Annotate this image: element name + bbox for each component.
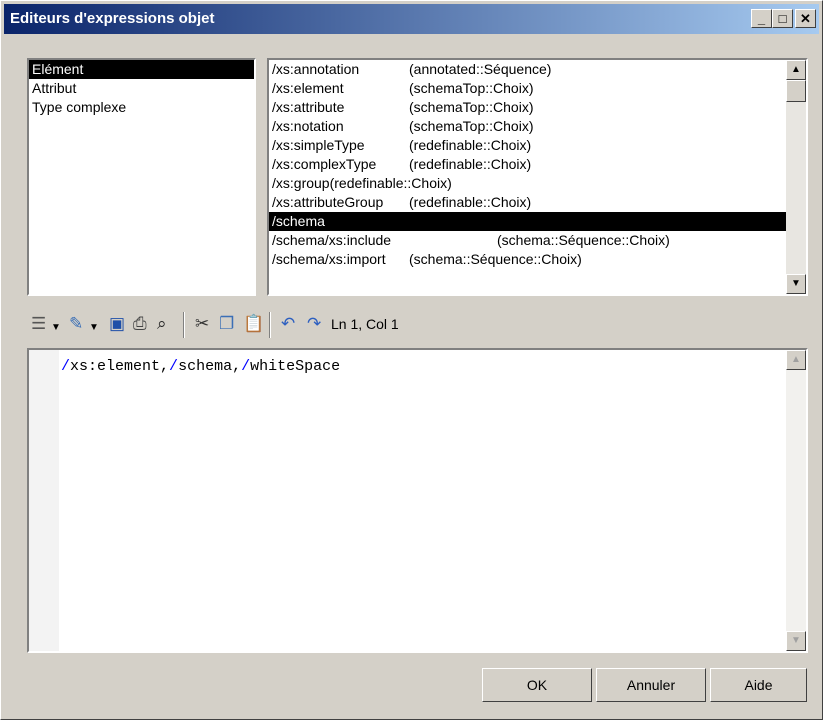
find-icon[interactable]: ⌕ xyxy=(157,313,167,335)
code-token: xs:element, xyxy=(70,358,170,375)
cursor-position: Ln 1, Col 1 xyxy=(331,316,399,332)
edit-icon[interactable]: ✎ xyxy=(69,313,83,335)
category-list[interactable]: Elément Attribut Type complexe xyxy=(27,58,256,296)
path-text: /schema xyxy=(272,213,325,229)
editor-scrollbar[interactable]: ▲ ▼ xyxy=(786,350,806,651)
path-list-item[interactable]: /xs:complexType (redefinable::Choix) xyxy=(269,155,786,174)
group-text: (redefinable::Choix) xyxy=(409,194,532,210)
path-text: /xs:notation xyxy=(272,118,344,134)
undo-icon[interactable]: ↶ xyxy=(281,313,295,335)
path-text: /xs:complexType xyxy=(272,156,377,172)
path-list-item[interactable]: /xs:annotation (annotated::Séquence) xyxy=(269,60,786,79)
group-text: (schema::Séquence::Choix) xyxy=(497,232,670,248)
path-text: /xs:annotation xyxy=(272,61,360,77)
format-dropdown-arrow-icon[interactable]: ▼ xyxy=(51,317,61,339)
group-text: (schemaTop::Choix) xyxy=(409,99,534,115)
path-text: /xs:attributeGroup xyxy=(272,194,384,210)
path-list-item[interactable]: /xs:attribute (schemaTop::Choix) xyxy=(269,98,786,117)
dialog-window: Editeurs d'expressions objet _ □ ✕ Eléme… xyxy=(0,0,823,720)
path-list-item[interactable]: /xs:attributeGroup (redefinable::Choix) xyxy=(269,193,786,212)
path-list-item[interactable]: /schema xyxy=(269,212,786,231)
code-token: / xyxy=(61,358,71,375)
scroll-down-button[interactable]: ▼ xyxy=(786,274,806,294)
scroll-up-button[interactable]: ▲ xyxy=(786,60,806,80)
code-token: schema, xyxy=(178,358,242,375)
path-text: /xs:group(redefinable::Choix) xyxy=(272,175,452,191)
list-scrollbar[interactable]: ▲ ▼ xyxy=(786,60,806,294)
path-list-item[interactable]: /xs:group(redefinable::Choix) xyxy=(269,174,786,193)
window-title: Editeurs d'expressions objet xyxy=(10,10,215,27)
category-item[interactable]: Elément xyxy=(29,60,254,79)
path-text: /xs:element xyxy=(272,80,344,96)
path-text: /xs:attribute xyxy=(272,99,345,115)
element-path-list[interactable]: /xs:annotation (annotated::Séquence)/xs:e… xyxy=(267,58,808,296)
scroll-thumb[interactable] xyxy=(786,80,806,102)
group-text: (redefinable::Choix) xyxy=(409,137,532,153)
editor-text[interactable]: /xs:element,/schema,/whiteSpace xyxy=(61,358,340,375)
code-token: / xyxy=(241,358,251,375)
group-text: (redefinable::Choix) xyxy=(409,156,532,172)
save-icon[interactable]: ▣ xyxy=(109,313,125,335)
editor-scroll-down-button[interactable]: ▼ xyxy=(786,631,806,651)
toolbar-separator xyxy=(183,312,185,338)
expression-editor[interactable]: /xs:element,/schema,/whiteSpace ▲ ▼ xyxy=(27,348,808,653)
path-text: /schema/xs:include xyxy=(272,232,392,248)
path-text: /xs:simpleType xyxy=(272,137,365,153)
path-list-item[interactable]: /xs:notation (schemaTop::Choix) xyxy=(269,117,786,136)
category-item[interactable]: Type complexe xyxy=(29,98,254,117)
path-text: /schema/xs:import xyxy=(272,251,386,267)
edit-dropdown-arrow-icon[interactable]: ▼ xyxy=(89,317,99,339)
group-text: (annotated::Séquence) xyxy=(409,61,552,77)
ok-button[interactable]: OK xyxy=(482,668,592,702)
editor-scroll-up-button[interactable]: ▲ xyxy=(786,350,806,370)
redo-icon[interactable]: ↷ xyxy=(307,313,321,335)
minimize-button[interactable]: _ xyxy=(751,9,772,28)
paste-icon[interactable]: 📋 xyxy=(243,313,264,335)
editor-toolbar: ☰ ▼ ✎ ▼ ▣ ⎙ ⌕ ✂ ❐ 📋 ↶ ↷ Ln 1, Col 1 xyxy=(27,306,807,342)
cancel-button[interactable]: Annuler xyxy=(596,668,706,702)
cut-icon[interactable]: ✂ xyxy=(195,313,209,335)
help-button[interactable]: Aide xyxy=(710,668,807,702)
maximize-button[interactable]: □ xyxy=(772,9,793,28)
text-format-icon[interactable]: ☰ xyxy=(31,313,46,335)
group-text: (schemaTop::Choix) xyxy=(409,80,534,96)
print-icon[interactable]: ⎙ xyxy=(133,313,147,335)
editor-gutter xyxy=(29,350,59,651)
group-text: (schemaTop::Choix) xyxy=(409,118,534,134)
category-item[interactable]: Attribut xyxy=(29,79,254,98)
path-list-item[interactable]: /xs:simpleType (redefinable::Choix) xyxy=(269,136,786,155)
title-bar[interactable]: Editeurs d'expressions objet _ □ ✕ xyxy=(4,4,819,34)
path-list-item[interactable]: /schema/xs:import (schema::Séquence::Choi… xyxy=(269,250,786,269)
code-token: whiteSpace xyxy=(250,358,341,375)
path-list-item[interactable]: /xs:element (schemaTop::Choix) xyxy=(269,79,786,98)
code-token: / xyxy=(169,358,179,375)
path-list-item[interactable]: /schema/xs:include (schema::Séquence::Cho… xyxy=(269,231,786,250)
close-button[interactable]: ✕ xyxy=(795,9,816,28)
group-text: (schema::Séquence::Choix) xyxy=(409,251,582,267)
copy-icon[interactable]: ❐ xyxy=(219,313,234,335)
toolbar-separator xyxy=(269,312,271,338)
